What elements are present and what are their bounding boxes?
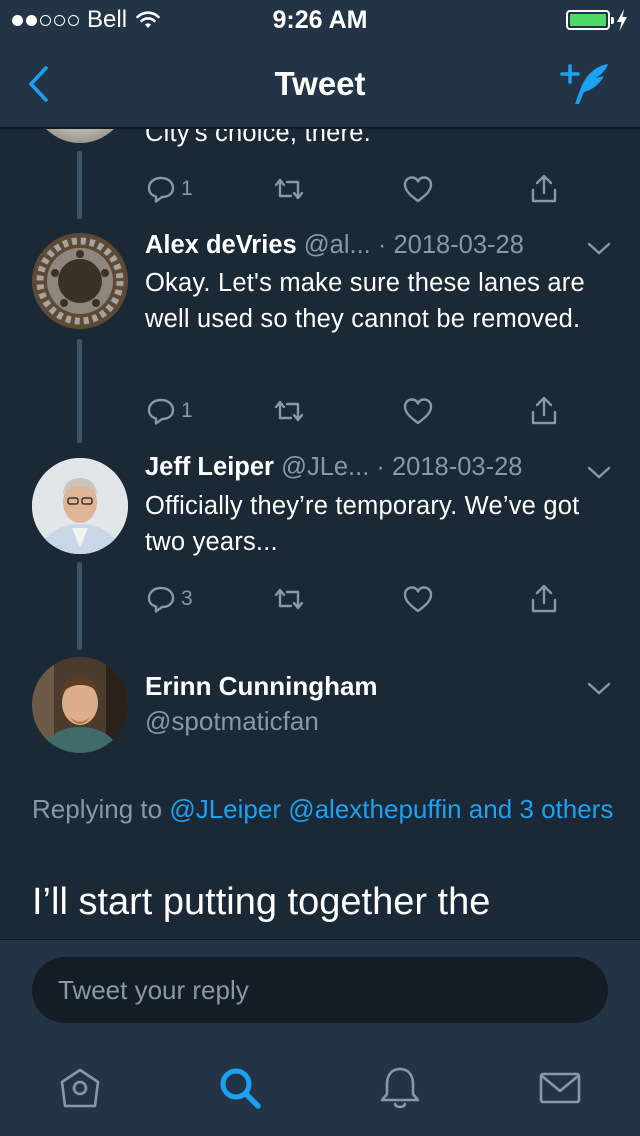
replying-prefix: Replying to	[32, 794, 163, 824]
tweet-text: Officially they’re temporary. We’ve got …	[145, 492, 580, 556]
replying-to: Replying to @JLeiper @alexthepuffin and …	[32, 789, 622, 829]
share-icon	[531, 396, 557, 425]
tweet-text: City's choice, there.	[145, 129, 371, 147]
profile-photo	[32, 458, 128, 554]
reply-button[interactable]: 1	[145, 169, 193, 209]
heart-icon	[403, 398, 433, 425]
retweet-button[interactable]	[271, 391, 307, 431]
author-name[interactable]: Jeff Leiper	[145, 453, 274, 481]
avatar[interactable]	[32, 657, 128, 753]
search-icon[interactable]	[216, 1064, 264, 1112]
avatar[interactable]	[32, 129, 128, 143]
status-bar: Bell 9:26 AM	[0, 0, 640, 40]
tweet-date: · 2018-03-28	[377, 231, 524, 259]
retweet-button[interactable]	[271, 169, 307, 209]
chevron-down-icon[interactable]	[586, 681, 612, 697]
author-name[interactable]: Alex deVries	[145, 231, 297, 259]
chevron-down-icon[interactable]	[586, 465, 612, 481]
tweet-header: Jeff Leiper @JLe... · 2018-03-28	[145, 453, 595, 482]
battery-icon	[566, 10, 614, 30]
share-icon	[531, 584, 557, 613]
reply-bar	[0, 939, 640, 1040]
like-button[interactable]	[401, 579, 435, 619]
share-button[interactable]	[527, 579, 561, 619]
share-icon	[531, 174, 557, 203]
messages-icon[interactable]	[536, 1064, 584, 1112]
heart-icon	[403, 586, 433, 613]
retweet-icon	[274, 178, 304, 200]
profile-photo	[32, 657, 128, 753]
page-title: Tweet	[274, 65, 366, 102]
tweet-actions: 3	[145, 579, 585, 619]
heart-icon	[403, 176, 433, 203]
chainring-photo	[32, 233, 128, 329]
compose-tweet-icon[interactable]	[558, 60, 614, 110]
tweet-text: Okay. Let's make sure these lanes are we…	[145, 269, 585, 333]
navigation-bar: Tweet	[0, 40, 640, 128]
main-tweet-text: I’ll start putting together the	[32, 881, 491, 923]
retweet-icon	[274, 588, 304, 610]
reply-count: 1	[181, 177, 193, 200]
share-button[interactable]	[527, 391, 561, 431]
tweet-date: · 2018-03-28	[376, 453, 523, 481]
reply-button[interactable]: 3	[145, 579, 193, 619]
reply-input[interactable]	[32, 957, 608, 1023]
home-icon[interactable]	[56, 1064, 104, 1112]
tweet-actions: 1	[145, 391, 585, 431]
reply-icon	[147, 398, 175, 425]
reply-icon	[147, 586, 175, 613]
author-name[interactable]: Erinn Cunningham	[145, 671, 378, 702]
conversation-thread[interactable]: City's choice, there. 1 Alex deVries @al…	[0, 129, 640, 939]
chevron-down-icon[interactable]	[586, 241, 612, 257]
reply-count: 3	[181, 587, 193, 610]
tab-bar	[0, 1040, 640, 1136]
thread-connector	[77, 151, 82, 219]
like-button[interactable]	[401, 169, 435, 209]
charging-bolt-icon	[617, 9, 627, 31]
retweet-button[interactable]	[271, 579, 307, 619]
share-button[interactable]	[527, 169, 561, 209]
thread-connector	[77, 339, 82, 443]
retweet-icon	[274, 400, 304, 422]
avatar[interactable]	[32, 233, 128, 329]
notifications-icon[interactable]	[376, 1064, 424, 1112]
avatar[interactable]	[32, 458, 128, 554]
reply-icon	[147, 176, 175, 203]
reply-count: 1	[181, 399, 193, 422]
author-handle[interactable]: @al...	[304, 231, 371, 259]
tweet-header: Alex deVries @al... · 2018-03-28	[145, 231, 595, 260]
reply-button[interactable]: 1	[145, 391, 193, 431]
clock: 9:26 AM	[272, 6, 368, 34]
author-handle[interactable]: @JLe...	[281, 453, 369, 481]
thread-connector	[77, 562, 82, 650]
like-button[interactable]	[401, 391, 435, 431]
author-handle[interactable]: @spotmaticfan	[145, 706, 319, 737]
replying-users-link[interactable]: @JLeiper @alexthepuffin and 3 others	[169, 794, 613, 824]
tweet-actions: 1	[145, 169, 585, 209]
